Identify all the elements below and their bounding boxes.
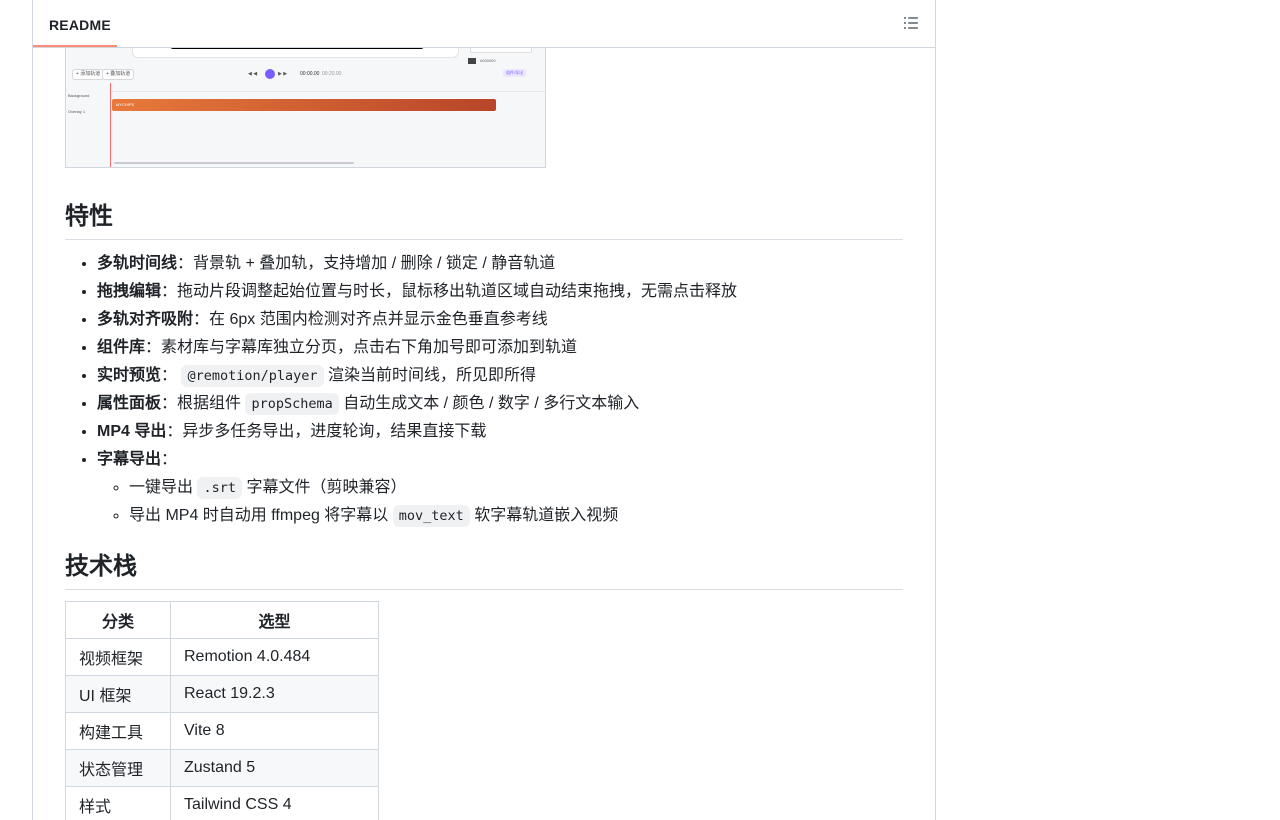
table-cell: 状态管理: [66, 750, 171, 787]
features-heading: 特性: [65, 196, 903, 240]
preview-color-swatch: [468, 58, 476, 64]
features-list: 多轨时间线：背景轨 + 叠加轨，支持增加 / 删除 / 锁定 / 静音轨道 拖拽…: [65, 250, 903, 530]
preview-color-value: #000000: [480, 58, 496, 63]
sub-list: 一键导出 .srt 字幕文件（剪映兼容） 导出 MP4 时自动用 ffmpeg …: [97, 474, 903, 530]
feature-title: 组件库: [97, 339, 145, 356]
inline-code: @remotion/player: [181, 365, 323, 387]
sub-list-item: 一键导出 .srt 字幕文件（剪映兼容）: [129, 474, 903, 502]
preview-track-overlay-label: Overlay 1: [68, 109, 85, 114]
sub-text-pre: 一键导出: [129, 479, 193, 496]
table-cell: React 19.2.3: [171, 676, 379, 713]
active-tab-underline: [33, 45, 117, 47]
list-item: 多轨时间线：背景轨 + 叠加轨，支持增加 / 删除 / 锁定 / 静音轨道: [97, 250, 903, 278]
feature-title: 多轨对齐吸附: [97, 311, 193, 328]
table-row: UI 框架 React 19.2.3: [66, 676, 379, 713]
feature-text: ：背景轨 + 叠加轨，支持增加 / 删除 / 锁定 / 静音轨道: [177, 255, 555, 272]
preview-overlay-track-button: + 叠加轨道: [102, 69, 134, 80]
table-cell: Remotion 4.0.484: [171, 639, 379, 676]
sub-text: 软字幕轨道嵌入视频: [474, 507, 618, 524]
list-item: 实时预览： @remotion/player 渲染当前时间线，所见即所得: [97, 362, 903, 390]
readme-tab[interactable]: README: [49, 17, 111, 33]
preview-tag: 组件/导出: [503, 69, 526, 77]
preview-time: 00:00.00: [300, 71, 319, 77]
readme-panel: README #000000 + 添加轨道 +: [32, 0, 936, 820]
readme-header: README: [33, 0, 935, 48]
preview-play-button: [265, 69, 275, 79]
preview-add-track-button: + 添加轨道: [72, 69, 104, 80]
table-cell: UI 框架: [66, 676, 171, 713]
feature-title: 实时预览: [97, 367, 161, 384]
preview-ruler: [110, 83, 545, 92]
inline-code: propSchema: [245, 393, 338, 415]
inline-code: .srt: [197, 477, 242, 499]
feature-text: 渲染当前时间线，所见即所得: [328, 367, 536, 384]
sub-list-item: 导出 MP4 时自动用 ffmpeg 将字幕以 mov_text 软字幕轨道嵌入…: [129, 502, 903, 530]
preview-track-bg-label: Background: [68, 93, 89, 98]
preview-clip: MYCHIPS: [112, 99, 496, 111]
tech-stack-table: 分类 选型 视频框架 Remotion 4.0.484 UI 框架 React …: [65, 601, 379, 820]
sub-text-pre: 导出 MP4 时自动用 ffmpeg 将字幕以: [129, 507, 388, 524]
preview-duration: 00:20.00: [322, 71, 341, 77]
feature-title: 字幕导出: [97, 451, 161, 468]
tech-stack-heading: 技术栈: [65, 546, 903, 590]
column-header: 选型: [171, 602, 379, 639]
feature-text: 自动生成文本 / 颜色 / 数字 / 多行文本输入: [343, 395, 639, 412]
table-row: 样式 Tailwind CSS 4: [66, 787, 379, 820]
feature-title: 属性面板: [97, 395, 161, 412]
editor-screenshot-image: #000000 + 添加轨道 + 叠加轨道 ◀ ◀ ▶ ▶ 00:00.00 0…: [65, 30, 546, 168]
preview-clip-label: MYCHIPS: [116, 102, 134, 107]
feature-title: 拖拽编辑: [97, 283, 161, 300]
feature-text-pre: ：根据组件: [161, 395, 241, 412]
preview-scrollbar: [114, 162, 354, 164]
feature-text: ：素材库与字幕库独立分页，点击右下角加号即可添加到轨道: [145, 339, 577, 356]
list-item: MP4 导出：异步多任务导出，进度轮询，结果直接下载: [97, 418, 903, 446]
list-item: 组件库：素材库与字幕库独立分页，点击右下角加号即可添加到轨道: [97, 334, 903, 362]
inline-code: mov_text: [393, 505, 470, 527]
table-cell: Vite 8: [171, 713, 379, 750]
list-item: 多轨对齐吸附：在 6px 范围内检测对齐点并显示金色垂直参考线: [97, 306, 903, 334]
list-unordered-icon[interactable]: [903, 15, 919, 31]
table-cell: Tailwind CSS 4: [171, 787, 379, 820]
preview-transport: ◀ ◀: [248, 71, 257, 77]
feature-text: ：异步多任务导出，进度轮询，结果直接下载: [166, 423, 486, 440]
preview-transport-next: ▶ ▶: [278, 71, 287, 77]
feature-text: ：拖动片段调整起始位置与时长，鼠标移出轨道区域自动结束拖拽，无需点击释放: [161, 283, 737, 300]
feature-title: MP4 导出: [97, 423, 166, 440]
table-cell: Zustand 5: [171, 750, 379, 787]
preview-playhead: [110, 83, 111, 167]
table-cell: 视频框架: [66, 639, 171, 676]
table-row: 构建工具 Vite 8: [66, 713, 379, 750]
table-row: 状态管理 Zustand 5: [66, 750, 379, 787]
feature-text: ：在 6px 范围内检测对齐点并显示金色垂直参考线: [193, 311, 548, 328]
feature-text: ：: [161, 451, 177, 468]
table-row: 视频框架 Remotion 4.0.484: [66, 639, 379, 676]
list-item: 属性面板：根据组件 propSchema 自动生成文本 / 颜色 / 数字 / …: [97, 390, 903, 418]
sub-text: 字幕文件（剪映兼容）: [246, 479, 406, 496]
table-cell: 构建工具: [66, 713, 171, 750]
list-item: 拖拽编辑：拖动片段调整起始位置与时长，鼠标移出轨道区域自动结束拖拽，无需点击释放: [97, 278, 903, 306]
table-header-row: 分类 选型: [66, 602, 379, 639]
column-header: 分类: [66, 602, 171, 639]
feature-title: 多轨时间线: [97, 255, 177, 272]
feature-separator: ：: [161, 367, 177, 384]
list-item: 字幕导出： 一键导出 .srt 字幕文件（剪映兼容） 导出 MP4 时自动用 f…: [97, 446, 903, 530]
table-cell: 样式: [66, 787, 171, 820]
